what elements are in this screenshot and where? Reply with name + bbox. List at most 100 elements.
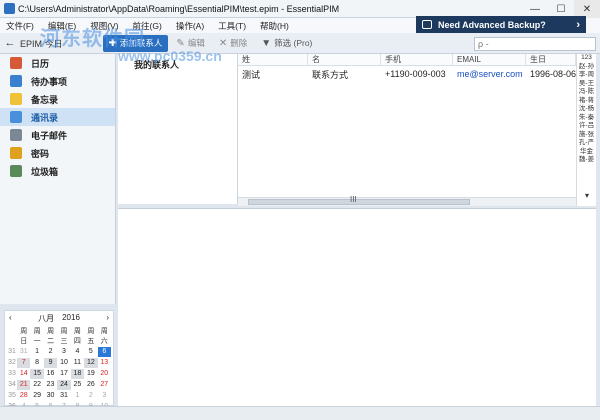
calendar-day[interactable]: 1 bbox=[30, 347, 43, 357]
calendar-day[interactable]: 13 bbox=[98, 358, 111, 368]
sidebar-item-notes[interactable]: 备忘录 bbox=[0, 90, 115, 108]
back-arrow-icon[interactable]: ← bbox=[0, 37, 20, 49]
week-number[interactable]: 35 bbox=[7, 391, 17, 401]
calendar-day[interactable]: 28 bbox=[17, 391, 30, 401]
calendar-header: ‹ 八月 2016 › bbox=[5, 311, 113, 326]
calendar-day[interactable]: 19 bbox=[84, 369, 97, 379]
calendar-day[interactable]: 31 bbox=[57, 391, 70, 401]
weekday-header: 周日 bbox=[20, 328, 28, 345]
calendar-day[interactable]: 22 bbox=[30, 380, 43, 390]
calendar-day[interactable]: 1 bbox=[71, 391, 84, 401]
menu-go[interactable]: 前往(G) bbox=[133, 20, 162, 32]
calendar-day[interactable]: 20 bbox=[98, 369, 111, 379]
calendar-day[interactable]: 3 bbox=[98, 391, 111, 401]
alpha-index-item[interactable]: 褚-蒋 bbox=[577, 97, 596, 106]
alpha-index-item[interactable]: 吴-王 bbox=[577, 80, 596, 89]
menu-action[interactable]: 操作(A) bbox=[176, 20, 204, 32]
calendar-day[interactable]: 10 bbox=[57, 358, 70, 368]
group-my-contacts[interactable]: 我的联系人 bbox=[118, 54, 237, 71]
add-contact-button[interactable]: ✚ 添加联系人 bbox=[102, 34, 169, 52]
calendar-day[interactable]: 16 bbox=[44, 369, 57, 379]
calendar-day[interactable]: 31 bbox=[17, 347, 30, 357]
cell-email[interactable]: me@server.com bbox=[453, 69, 526, 79]
menu-tools[interactable]: 工具(T) bbox=[218, 20, 246, 32]
menu-help[interactable]: 帮助(H) bbox=[260, 20, 289, 32]
column-header-mobile[interactable]: 手机 bbox=[381, 54, 453, 65]
cell-first-name: 联系方式 bbox=[312, 69, 349, 80]
calendar-day[interactable]: 21 bbox=[17, 380, 31, 390]
alpha-index-item[interactable]: 孔-严 bbox=[577, 139, 596, 148]
calendar-month[interactable]: 八月 bbox=[38, 313, 54, 324]
calendar-day[interactable]: 6 bbox=[97, 347, 111, 357]
sidebar-item-todo[interactable]: 待办事项 bbox=[0, 72, 115, 90]
calendar-day[interactable]: 27 bbox=[98, 380, 111, 390]
alpha-index-item[interactable]: 魏-姜 bbox=[577, 156, 596, 165]
calendar-day[interactable]: 15 bbox=[30, 369, 44, 379]
column-header-birthday[interactable]: 生日 bbox=[526, 54, 576, 65]
plus-icon: ✚ bbox=[108, 37, 117, 49]
filter-button[interactable]: ▼ 筛选 (Pro) bbox=[255, 35, 318, 52]
contact-detail-pane bbox=[118, 208, 596, 406]
filter-label: 筛选 (Pro) bbox=[274, 38, 313, 48]
menu-view[interactable]: 视图(V) bbox=[90, 20, 118, 32]
calendar-day[interactable]: 5 bbox=[84, 347, 97, 357]
calendar-day[interactable]: 30 bbox=[44, 391, 57, 401]
alpha-index-item[interactable]: 赵-孙 bbox=[577, 63, 596, 72]
alpha-index-item[interactable]: 朱-秦 bbox=[577, 114, 596, 123]
menu-edit[interactable]: 编辑(E) bbox=[48, 20, 76, 32]
scroll-down-icon[interactable]: ▾ bbox=[577, 191, 597, 206]
calendar-day[interactable]: 2 bbox=[44, 347, 57, 357]
calendar-year[interactable]: 2016 bbox=[62, 313, 80, 324]
sidebar-item-passwords[interactable]: 密码 bbox=[0, 144, 115, 162]
alpha-index-item[interactable]: 施-张 bbox=[577, 131, 596, 140]
delete-button[interactable]: ✕ 删除 bbox=[213, 35, 253, 52]
horizontal-scrollbar[interactable]: III bbox=[238, 195, 576, 206]
table-row[interactable]: 测试 联系方式 +1190-009-003 me@server.com 1996… bbox=[238, 66, 576, 82]
sidebar-item-trash[interactable]: 垃圾箱 bbox=[0, 162, 115, 180]
calendar-day[interactable]: 29 bbox=[30, 391, 43, 401]
week-number[interactable]: 34 bbox=[7, 380, 17, 390]
scrollbar-thumb[interactable] bbox=[248, 199, 470, 205]
calendar-day[interactable]: 17 bbox=[57, 369, 70, 379]
calendar-day[interactable]: 3 bbox=[57, 347, 70, 357]
advanced-backup-banner[interactable]: Need Advanced Backup? › bbox=[416, 16, 586, 33]
calendar-day[interactable]: 24 bbox=[57, 380, 71, 390]
calendar-day[interactable]: 23 bbox=[44, 380, 57, 390]
calendar-day[interactable]: 4 bbox=[71, 347, 84, 357]
prev-month-button[interactable]: ‹ bbox=[9, 313, 12, 324]
week-number[interactable]: 33 bbox=[7, 369, 17, 379]
calendar-day[interactable]: 12 bbox=[84, 358, 98, 368]
calendar-day[interactable]: 14 bbox=[17, 369, 30, 379]
week-number[interactable]: 32 bbox=[7, 358, 17, 368]
sidebar-item-calendar[interactable]: 日历 bbox=[0, 54, 115, 72]
calendar-day[interactable]: 9 bbox=[43, 358, 58, 368]
sidebar-item-contacts[interactable]: 通讯录 bbox=[0, 108, 115, 126]
edit-button[interactable]: ✎ 编辑 bbox=[170, 35, 210, 52]
menu-file[interactable]: 文件(F) bbox=[6, 20, 34, 32]
next-month-button[interactable]: › bbox=[106, 313, 109, 324]
cell-birthday: 1996-08-06 bbox=[530, 69, 576, 79]
calendar-day[interactable]: 25 bbox=[71, 380, 84, 390]
alpha-index-item[interactable]: 李-周 bbox=[577, 71, 596, 80]
calendar-day[interactable]: 2 bbox=[84, 391, 97, 401]
cell-last-name: 测试 bbox=[242, 69, 261, 80]
sidebar: 日历 待办事项 备忘录 通讯录 电子邮件 密码 垃圾箱 bbox=[0, 54, 116, 304]
column-header-email[interactable]: EMAIL bbox=[453, 54, 526, 65]
alpha-index-item[interactable]: 沈-杨 bbox=[577, 105, 596, 114]
breadcrumb[interactable]: EPIM 今日 bbox=[20, 37, 63, 50]
sidebar-item-email[interactable]: 电子邮件 bbox=[0, 126, 115, 144]
week-number[interactable]: 31 bbox=[7, 347, 17, 357]
column-header-first-name[interactable]: 名 bbox=[308, 54, 381, 65]
calendar-day[interactable]: 18 bbox=[70, 369, 85, 379]
calendar-day[interactable]: 11 bbox=[71, 358, 84, 368]
calendar-day[interactable]: 8 bbox=[30, 358, 43, 368]
search-input[interactable]: ρ - bbox=[474, 37, 596, 51]
alpha-index-item[interactable]: 冯-陈 bbox=[577, 88, 596, 97]
column-header-last-name[interactable]: 姓 bbox=[238, 54, 308, 65]
calendar-day[interactable]: 26 bbox=[84, 380, 97, 390]
calendar-day[interactable]: 7 bbox=[17, 358, 31, 368]
alpha-index-item[interactable]: 123 bbox=[577, 54, 596, 63]
alpha-index-item[interactable]: 华金 bbox=[577, 148, 596, 157]
alpha-index-item[interactable]: 许-吕 bbox=[577, 122, 596, 131]
grid-header: 姓 名 手机 EMAIL 生日 bbox=[238, 54, 576, 66]
